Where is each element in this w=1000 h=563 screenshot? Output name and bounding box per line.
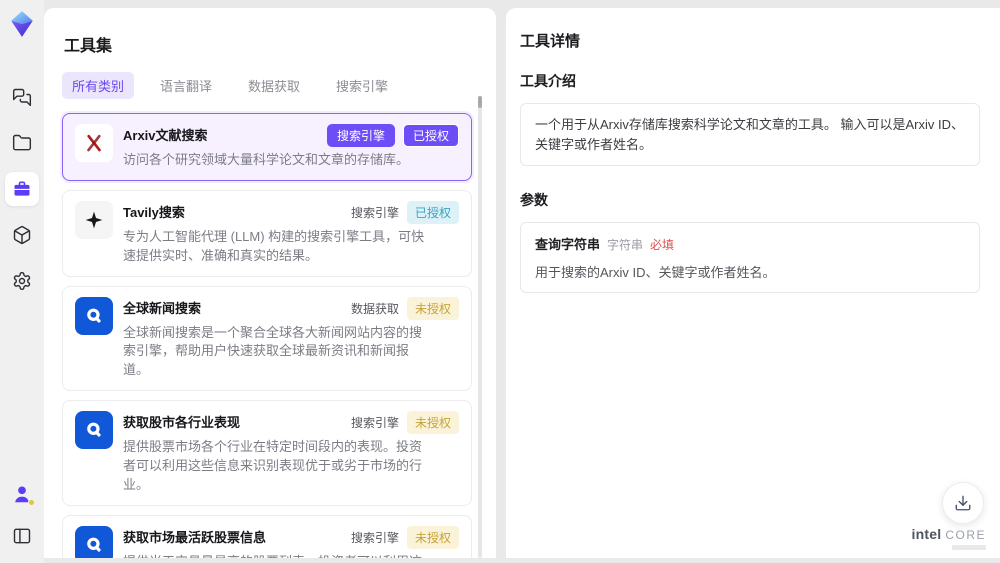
tool-name: Arxiv文献搜索 <box>123 128 208 143</box>
auth-status-badge: 未授权 <box>406 525 459 549</box>
param-name: 查询字符串 <box>535 237 601 252</box>
intro-box: 一个用于从Arxiv存储库搜索科学论文和文章的工具。 输入可以是Arxiv ID… <box>520 103 980 166</box>
blue-tool-icon <box>75 525 113 558</box>
core-wordmark: CORE <box>945 528 986 542</box>
param-box: 查询字符串 字符串 必填 用于搜索的Arxiv ID、关键字或作者姓名。 <box>520 222 980 293</box>
category-tab-2[interactable]: 数据获取 <box>238 72 310 99</box>
param-description: 用于搜索的Arxiv ID、关键字或作者姓名。 <box>535 265 776 280</box>
sidebar-item-files[interactable] <box>5 126 39 160</box>
download-icon <box>955 495 971 511</box>
tool-description: 全球新闻搜索是一个聚合全球各大新闻网站内容的搜索引擎，帮助用户快速获取全球最新资… <box>123 324 423 378</box>
auth-status-badge: 已授权 <box>402 124 459 147</box>
tool-card[interactable]: 获取股市各行业表现 搜索引擎 未授权 提供股票市场各个行业在特定时间段内的表现。… <box>62 400 472 506</box>
category-badge: 搜索引擎 <box>350 416 399 431</box>
tool-description: 提供当天交易量最高的股票列表，投资者可以利用这些信息来识别流动性强的股票和潜在的… <box>123 553 429 558</box>
tools-panel: 工具集 所有类别 语言翻译 数据获取 搜索引擎 Arxiv文献搜索 搜索引擎 已… <box>44 8 496 558</box>
tool-name: 获取股市各行业表现 <box>123 415 241 431</box>
tool-name: 全球新闻搜索 <box>123 300 202 316</box>
sidebar-item-chat[interactable] <box>5 80 39 114</box>
category-tabs: 所有类别 语言翻译 数据获取 搜索引擎 <box>62 72 496 99</box>
category-tab-3[interactable]: 搜索引擎 <box>326 72 398 99</box>
tool-name: Tavily搜索 <box>123 204 185 220</box>
sidebar-item-settings[interactable] <box>5 264 39 298</box>
intel-logo-bar <box>952 545 986 550</box>
tavily-tool-icon <box>75 200 113 239</box>
tool-description: 提供股票市场各个行业在特定时间段内的表现。投资者可以利用这些信息来识别表现优于或… <box>123 439 423 492</box>
sidebar-collapse-button[interactable] <box>5 519 39 553</box>
sidebar-item-toolbox[interactable] <box>5 172 39 206</box>
category-tab-1[interactable]: 语言翻译 <box>150 72 222 99</box>
news-service-logo-icon <box>87 308 101 323</box>
category-tab-0[interactable]: 所有类别 <box>62 72 135 99</box>
auth-status-badge: 未授权 <box>406 296 459 320</box>
detail-title: 工具详情 <box>520 33 581 50</box>
blue-tool-icon <box>75 296 113 335</box>
tool-list: Arxiv文献搜索 搜索引擎 已授权 访问各个研究领域大量科学论文和文章的存储库… <box>62 113 496 558</box>
tool-name: 获取市场最活跃股票信息 <box>123 529 267 545</box>
auth-status-badge: 已授权 <box>406 200 459 224</box>
param-type: 字符串 <box>607 238 644 252</box>
page-title: 工具集 <box>64 38 113 55</box>
app-logo-gem-icon <box>8 10 36 38</box>
tool-card[interactable]: Arxiv文献搜索 搜索引擎 已授权 访问各个研究领域大量科学论文和文章的存储库… <box>62 113 472 181</box>
category-badge: 数据获取 <box>350 301 399 316</box>
user-avatar[interactable] <box>11 483 35 506</box>
tavily-star-icon <box>85 211 103 229</box>
scrollbar-thumb[interactable] <box>478 96 482 108</box>
tool-card[interactable]: 获取市场最活跃股票信息 搜索引擎 未授权 提供当天交易量最高的股票列表，投资者可… <box>62 514 472 558</box>
intel-core-logo: intel CORE <box>912 527 986 550</box>
intro-heading: 工具介绍 <box>520 73 576 89</box>
category-badge: 搜索引擎 <box>326 124 395 147</box>
auth-status-badge: 未授权 <box>406 411 459 435</box>
toolbox-icon <box>13 181 31 196</box>
news-service-logo-icon <box>87 422 101 437</box>
main-content: 工具集 所有类别 语言翻译 数据获取 搜索引擎 Arxiv文献搜索 搜索引擎 已… <box>44 8 1000 558</box>
chat-icon <box>12 88 32 107</box>
news-service-logo-icon <box>87 537 101 552</box>
sidebar-rail <box>0 0 44 563</box>
param-required-badge: 必填 <box>650 238 675 252</box>
tool-description: 专为人工智能代理 (LLM) 构建的搜索引擎工具，可快速提供实时、准确和真实的结… <box>123 228 425 263</box>
intel-wordmark: intel <box>911 526 942 542</box>
params-heading: 参数 <box>520 192 548 208</box>
folder-icon <box>12 134 32 151</box>
list-scrollbar[interactable] <box>478 96 482 558</box>
arxiv-tool-icon <box>75 124 113 162</box>
download-button[interactable] <box>942 482 984 524</box>
gear-icon <box>13 271 31 291</box>
blue-tool-icon <box>75 411 113 450</box>
category-badge: 搜索引擎 <box>350 205 399 220</box>
arxiv-logo-icon <box>87 134 101 152</box>
sidebar-item-packages[interactable] <box>5 218 39 252</box>
tool-card[interactable]: 全球新闻搜索 数据获取 未授权 全球新闻搜索是一个聚合全球各大新闻网站内容的搜索… <box>62 285 472 392</box>
tool-detail-panel: 工具详情 工具介绍 一个用于从Arxiv存储库搜索科学论文和文章的工具。 输入可… <box>506 8 1000 558</box>
package-icon <box>13 225 31 245</box>
status-dot <box>28 499 35 506</box>
tool-description: 访问各个研究领域大量科学论文和文章的存储库。 <box>123 152 410 167</box>
tool-card[interactable]: Tavily搜索 搜索引擎 已授权 专为人工智能代理 (LLM) 构建的搜索引擎… <box>62 189 472 277</box>
intro-text: 一个用于从Arxiv存储库搜索科学论文和文章的工具。 输入可以是Arxiv ID… <box>535 117 965 152</box>
panel-left-icon <box>13 528 31 544</box>
category-badge: 搜索引擎 <box>350 530 399 545</box>
